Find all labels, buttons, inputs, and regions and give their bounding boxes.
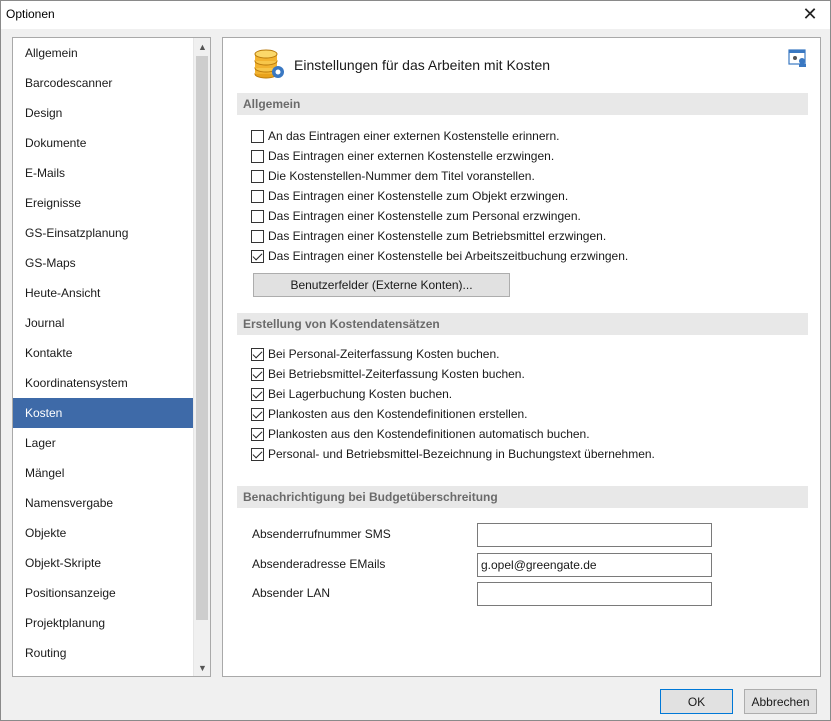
- sidebar-item-ereignisse[interactable]: Ereignisse: [13, 188, 194, 218]
- email-sender-input[interactable]: g.opel@greengate.de: [477, 553, 712, 577]
- option-row[interactable]: Das Eintragen einer Kostenstelle zum Bet…: [251, 227, 606, 245]
- sidebar-item-kontakte[interactable]: Kontakte: [13, 338, 194, 368]
- checkbox[interactable]: [251, 229, 264, 243]
- option-label: Das Eintragen einer Kostenstelle zum Per…: [268, 209, 581, 223]
- sidebar-item-positionsanzeige[interactable]: Positionsanzeige: [13, 578, 194, 608]
- option-row[interactable]: Das Eintragen einer Kostenstelle zum Per…: [251, 207, 581, 225]
- sms-sender-label: Absenderrufnummer SMS: [252, 527, 391, 541]
- option-row[interactable]: Plankosten aus den Kostendefinitionen er…: [251, 405, 528, 423]
- close-icon[interactable]: ✕: [796, 3, 824, 25]
- option-label: Bei Betriebsmittel-Zeiterfassung Kosten …: [268, 367, 525, 381]
- checkbox-checked[interactable]: [251, 249, 264, 263]
- option-label: Bei Lagerbuchung Kosten buchen.: [268, 387, 453, 401]
- checkbox[interactable]: [251, 169, 264, 183]
- option-row[interactable]: Das Eintragen einer Kostenstelle zum Obj…: [251, 187, 568, 205]
- checkbox-checked[interactable]: [251, 367, 264, 381]
- option-label: Plankosten aus den Kostendefinitionen er…: [268, 407, 528, 421]
- sidebar-item-namensvergabe[interactable]: Namensvergabe: [13, 488, 194, 518]
- category-list: Allgemein Barcodescanner Design Dokument…: [12, 37, 211, 677]
- option-label: Bei Personal-Zeiterfassung Kosten buchen…: [268, 347, 500, 361]
- checkbox-checked[interactable]: [251, 427, 264, 441]
- sidebar-item-dokumente[interactable]: Dokumente: [13, 128, 194, 158]
- email-sender-label: Absenderadresse EMails: [252, 557, 386, 571]
- sidebar-scrollbar[interactable]: ▲ ▼: [193, 38, 210, 676]
- sidebar-item-lager[interactable]: Lager: [13, 428, 194, 458]
- checkbox[interactable]: [251, 189, 264, 203]
- option-row[interactable]: Bei Personal-Zeiterfassung Kosten buchen…: [251, 345, 499, 363]
- sidebar-item-gs-maps[interactable]: GS-Maps: [13, 248, 194, 278]
- option-label: Plankosten aus den Kostendefinitionen au…: [268, 427, 590, 441]
- sidebar-item-maengel[interactable]: Mängel: [13, 458, 194, 488]
- sidebar-item-design[interactable]: Design: [13, 98, 194, 128]
- scroll-up-icon[interactable]: ▲: [194, 38, 210, 55]
- coins-gear-icon: [254, 49, 284, 79]
- checkbox[interactable]: [251, 129, 264, 143]
- option-row[interactable]: An das Eintragen einer externen Kostenst…: [251, 127, 560, 145]
- option-row[interactable]: Plankosten aus den Kostendefinitionen au…: [251, 425, 590, 443]
- checkbox-checked[interactable]: [251, 387, 264, 401]
- options-dialog: Optionen ✕ Allgemein Barcodescanner Desi…: [0, 0, 831, 721]
- option-label: Personal- und Betriebsmittel-Bezeichnung…: [268, 447, 655, 461]
- user-settings-icon[interactable]: [788, 48, 808, 68]
- scrollbar-thumb[interactable]: [196, 56, 208, 620]
- sidebar-item-barcodescanner[interactable]: Barcodescanner: [13, 68, 194, 98]
- sidebar-item-objekte[interactable]: Objekte: [13, 518, 194, 548]
- option-row[interactable]: Das Eintragen einer Kostenstelle bei Arb…: [251, 247, 628, 265]
- section-header-allgemein: Allgemein: [237, 93, 808, 115]
- option-label: Das Eintragen einer Kostenstelle bei Arb…: [268, 249, 629, 263]
- section-header-benachrichtigung: Benachrichtigung bei Budgetüberschreitun…: [237, 486, 808, 508]
- option-label: Das Eintragen einer Kostenstelle zum Bet…: [268, 229, 607, 243]
- section-header-erstellung: Erstellung von Kostendatensätzen: [237, 313, 808, 335]
- lan-sender-input[interactable]: [477, 582, 712, 606]
- lan-sender-label: Absender LAN: [252, 586, 331, 600]
- sidebar-item-projektplanung[interactable]: Projektplanung: [13, 608, 194, 638]
- option-row[interactable]: Personal- und Betriebsmittel-Bezeichnung…: [251, 445, 655, 463]
- title-bar: Optionen ✕: [1, 1, 830, 29]
- option-row[interactable]: Bei Lagerbuchung Kosten buchen.: [251, 385, 452, 403]
- checkbox-checked[interactable]: [251, 407, 264, 421]
- sidebar-item-kosten[interactable]: Kosten: [13, 398, 194, 428]
- checkbox-checked[interactable]: [251, 447, 264, 461]
- sidebar-item-objekt-skripte[interactable]: Objekt-Skripte: [13, 548, 194, 578]
- checkbox[interactable]: [251, 149, 264, 163]
- scroll-down-icon[interactable]: ▼: [194, 659, 210, 676]
- option-row[interactable]: Die Kostenstellen-Nummer dem Titel voran…: [251, 167, 535, 185]
- sidebar-item-emails[interactable]: E-Mails: [13, 158, 194, 188]
- checkbox-checked[interactable]: [251, 347, 264, 361]
- settings-panel: Einstellungen für das Arbeiten mit Koste…: [222, 37, 821, 677]
- sms-sender-input[interactable]: [477, 523, 712, 547]
- benutzerfelder-button[interactable]: Benutzerfelder (Externe Konten)...: [253, 273, 510, 297]
- sidebar-item-routing[interactable]: Routing: [13, 638, 194, 668]
- page-title: Einstellungen für das Arbeiten mit Koste…: [294, 57, 551, 73]
- option-row[interactable]: Das Eintragen einer externen Kostenstell…: [251, 147, 554, 165]
- cancel-button[interactable]: Abbrechen: [744, 689, 817, 714]
- option-label: Die Kostenstellen-Nummer dem Titel voran…: [268, 169, 535, 183]
- sidebar-item-gs-einsatzplanung[interactable]: GS-Einsatzplanung: [13, 218, 194, 248]
- sidebar-item-journal[interactable]: Journal: [13, 308, 194, 338]
- sidebar-item-koordinatensystem[interactable]: Koordinatensystem: [13, 368, 194, 398]
- sidebar-item-allgemein[interactable]: Allgemein: [13, 38, 194, 68]
- option-label: Das Eintragen einer Kostenstelle zum Obj…: [268, 189, 569, 203]
- option-label: Das Eintragen einer externen Kostenstell…: [268, 149, 555, 163]
- window-title: Optionen: [6, 7, 55, 21]
- sidebar-item-heute-ansicht[interactable]: Heute-Ansicht: [13, 278, 194, 308]
- checkbox[interactable]: [251, 209, 264, 223]
- category-items: Allgemein Barcodescanner Design Dokument…: [13, 38, 194, 668]
- option-row[interactable]: Bei Betriebsmittel-Zeiterfassung Kosten …: [251, 365, 525, 383]
- ok-button[interactable]: OK: [660, 689, 733, 714]
- option-label: An das Eintragen einer externen Kostenst…: [268, 129, 560, 143]
